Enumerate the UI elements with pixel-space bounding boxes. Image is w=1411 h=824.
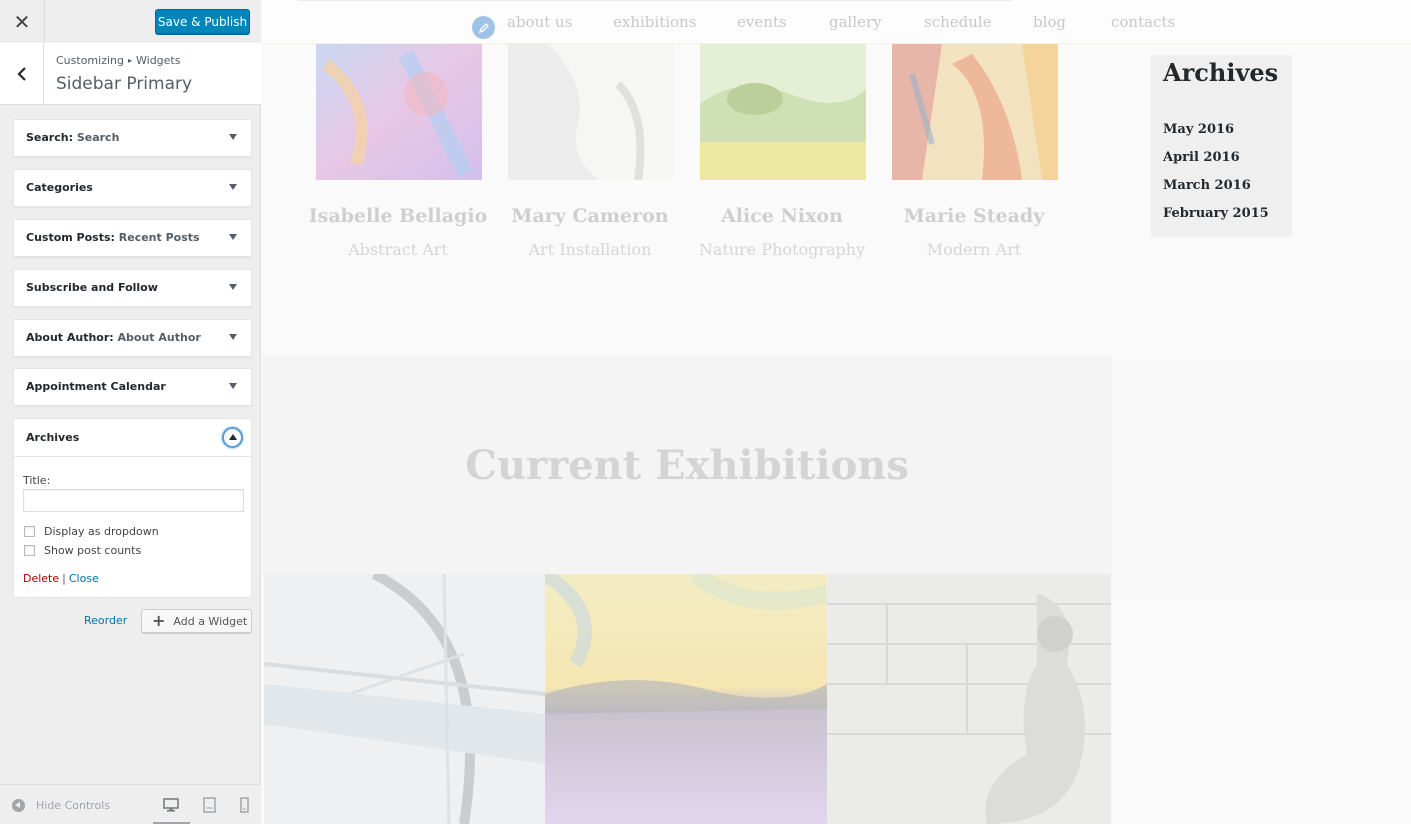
mobile-preview-icon[interactable] [236,797,254,813]
add-widget-label: Add a Widget [173,614,248,628]
widget-about-author[interactable]: About Author: About Author [13,319,252,357]
expand-arrow-icon[interactable] [229,234,237,240]
widget-actions: Delete | Close [23,572,99,585]
widget-title: Appointment Calendar [26,380,166,393]
nav-item-gallery[interactable]: gallery [829,13,882,31]
breadcrumb-section: Widgets [136,54,181,67]
exhibition-image-painting[interactable] [545,574,827,824]
expand-arrow-icon[interactable] [229,134,237,140]
back-arrow-icon[interactable] [0,43,44,104]
nav-item-events[interactable]: events [737,13,787,31]
artist-image-installation[interactable] [508,44,674,180]
artist-name[interactable]: Mary Cameron [495,205,685,227]
widget-title: About Author [26,331,110,344]
artist-image-modern[interactable] [892,44,1058,180]
exhibitions-band-right [1112,355,1411,605]
widget-subscribe-follow[interactable]: Subscribe and Follow [13,269,252,307]
site-preview: about us exhibitions events gallery sche… [262,0,1411,824]
breadcrumb-root: Customizing [56,54,124,67]
widget-title: Search [26,131,69,144]
hide-controls-label: Hide Controls [36,799,111,812]
archive-link[interactable]: April 2016 [1163,150,1240,165]
display-dropdown-checkbox[interactable] [24,526,35,537]
nav-item-contacts[interactable]: contacts [1111,13,1175,31]
title-field[interactable] [23,489,244,512]
collapse-arrow-icon[interactable] [222,427,243,448]
save-publish-button[interactable]: Save & Publish [155,9,250,34]
current-exhibitions-heading: Current Exhibitions [465,442,909,489]
title-field-label: Title: [23,474,51,487]
actions-separator: | [62,572,66,585]
artist-name[interactable]: Marie Steady [879,205,1069,227]
archive-link[interactable]: February 2015 [1163,206,1269,221]
reorder-link[interactable]: Reorder [84,614,127,627]
artist-image-abstract[interactable] [316,44,482,180]
widget-appointment-calendar[interactable]: Appointment Calendar [13,368,252,406]
artist-type: Art Installation [528,240,652,259]
widget-archives-expanded: Archives Title: Display as dropdown Show… [13,418,252,598]
widget-archives-header[interactable]: Archives [14,419,251,457]
widget-instance-title: Search [76,131,120,144]
artist-name[interactable]: Alice Nixon [687,205,877,227]
archives-heading: Archives [1163,58,1279,87]
nav-item-blog[interactable]: blog [1033,13,1066,31]
breadcrumb-separator: ▸ [127,56,132,65]
preview-archives-widget[interactable]: Archives May 2016 April 2016 March 2016 … [1151,55,1292,237]
customizer-sidebar: ✕ Save & Publish Customizing ▸ Widgets Sid… [0,0,261,824]
plus-icon: + [152,611,166,630]
close-icon[interactable]: ✕ [0,0,45,44]
hide-controls-button[interactable]: Hide Controls [12,799,110,812]
widget-title: Custom Posts [26,231,111,244]
edit-shortcut-pencil-icon[interactable] [472,16,495,39]
expand-arrow-icon[interactable] [229,184,237,190]
widget-instance-title: About Author [117,331,201,344]
nav-item-schedule[interactable]: schedule [924,13,992,31]
widget-title: Subscribe and Follow [26,281,158,294]
nav-top-border [298,0,1012,1]
artist-image-nature[interactable] [700,44,866,180]
nav-item-exhibitions[interactable]: exhibitions [613,13,696,31]
section-title-panel: Customizing ▸ Widgets Sidebar Primary [0,43,261,105]
artist-type: Nature Photography [698,240,866,259]
expand-arrow-icon[interactable] [229,383,237,389]
section-title: Sidebar Primary [56,74,193,94]
show-counts-label: Show post counts [44,544,142,557]
widget-instance-title: Recent Posts [118,231,200,244]
widget-custom-posts[interactable]: Custom Posts: Recent Posts [13,219,252,257]
expand-arrow-icon[interactable] [229,284,237,290]
site-navigation: about us exhibitions events gallery sche… [262,0,1411,44]
display-dropdown-option[interactable]: Display as dropdown [24,525,159,538]
customizer-header: ✕ Save & Publish [0,0,261,44]
add-widget-button[interactable]: + Add a Widget [141,609,252,633]
artist-type: Modern Art [926,240,1022,259]
breadcrumb: Customizing ▸ Widgets [56,54,180,67]
exhibition-image-sculpture[interactable] [827,574,1111,824]
widget-categories[interactable]: Categories [13,169,252,207]
artist-type: Abstract Art [348,240,448,259]
archive-link[interactable]: March 2016 [1163,178,1251,193]
desktop-preview-icon[interactable] [162,797,180,813]
display-dropdown-label: Display as dropdown [44,525,159,538]
show-counts-option[interactable]: Show post counts [24,544,141,557]
widget-title: Categories [26,181,93,194]
close-link[interactable]: Close [69,572,99,585]
expand-arrow-icon[interactable] [229,334,237,340]
show-counts-checkbox[interactable] [24,545,35,556]
customizer-footer: Hide Controls [0,784,261,824]
widget-title: Archives [26,431,80,444]
nav-item-about-us[interactable]: about us [507,13,572,31]
archive-link[interactable]: May 2016 [1163,122,1234,137]
widget-search[interactable]: Search: Search [13,119,252,157]
delete-link[interactable]: Delete [23,572,59,585]
collapse-icon [12,799,25,812]
artist-name[interactable]: Isabelle Bellagio [303,205,493,227]
exhibition-image-architecture[interactable] [264,574,545,824]
tablet-preview-icon[interactable] [200,797,218,813]
